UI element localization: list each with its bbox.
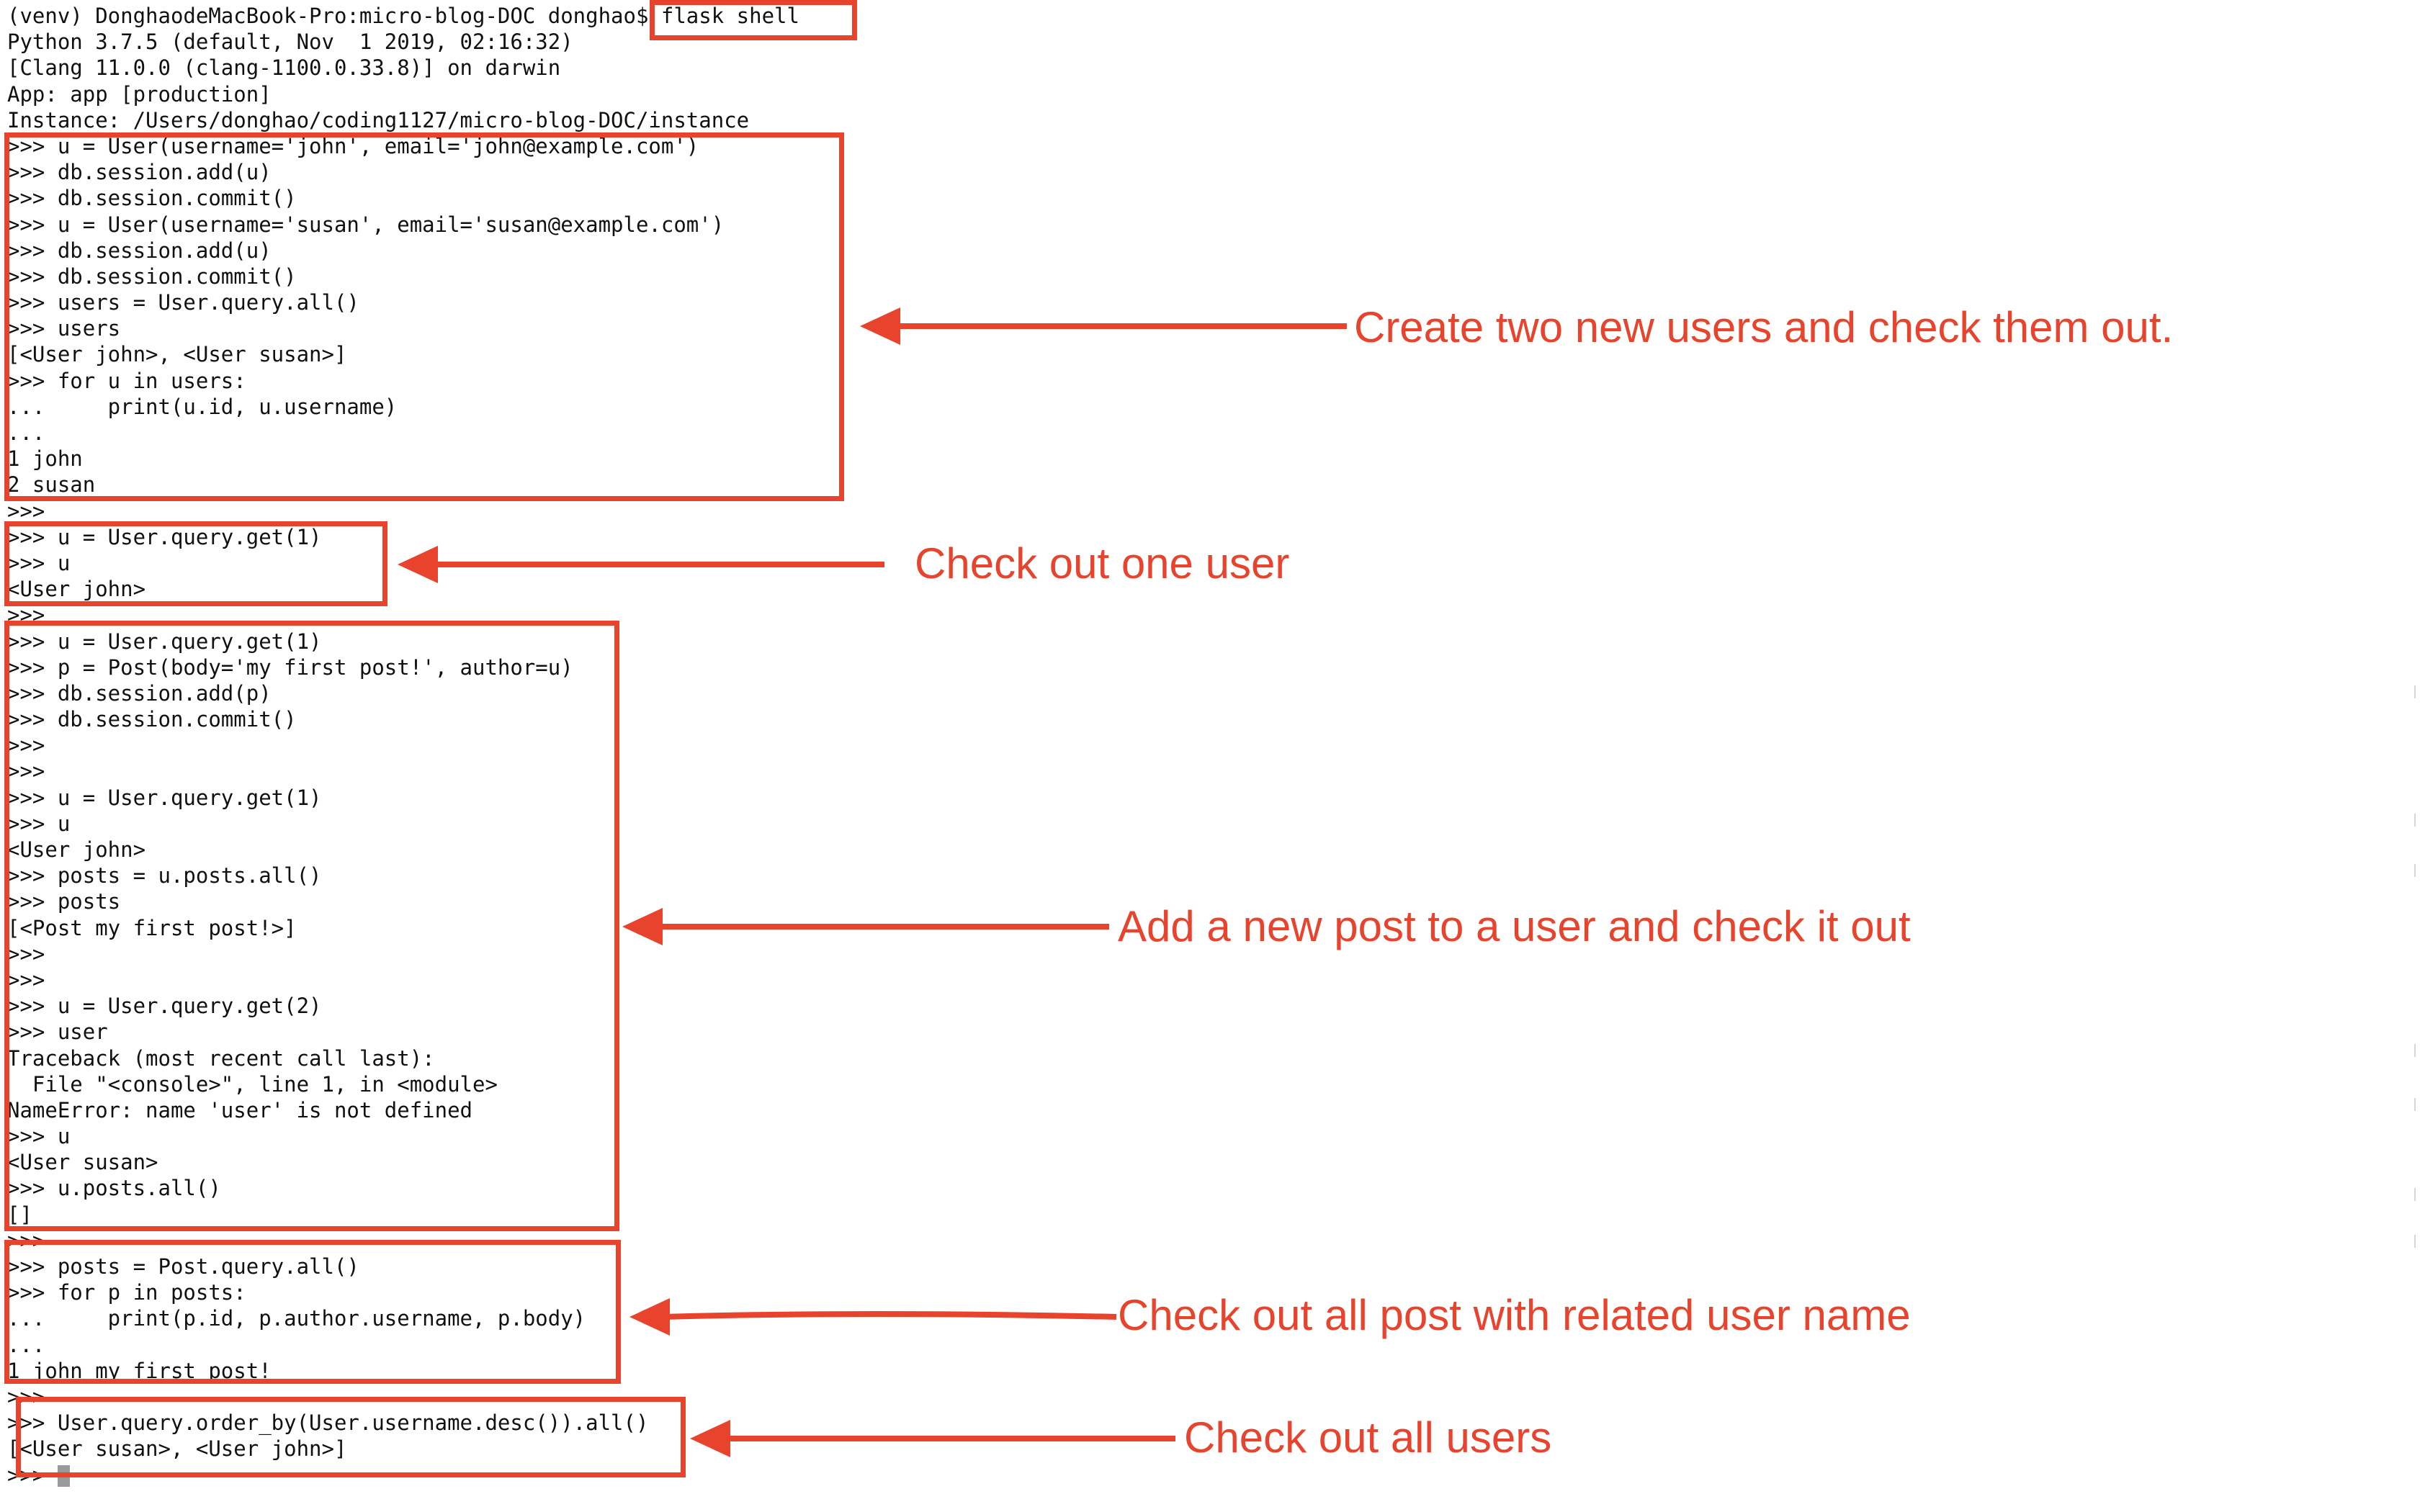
annotation-one-user: Check out one user bbox=[915, 539, 1290, 588]
window-edge-mark bbox=[2414, 1188, 2420, 1201]
arrow-head-all-users bbox=[690, 1420, 730, 1457]
annotation-all-posts: Check out all post with related user nam… bbox=[1118, 1291, 1911, 1339]
window-edge-mark bbox=[2414, 864, 2420, 877]
annotation-create-users: Create two new users and check them out. bbox=[1354, 303, 2174, 351]
annotation-all-users: Check out all users bbox=[1184, 1413, 1552, 1462]
window-edge-mark bbox=[2414, 1098, 2420, 1111]
arrow-head-create-users bbox=[860, 307, 900, 345]
arrow-all-posts bbox=[662, 1311, 1117, 1320]
arrow-head-all-posts bbox=[629, 1298, 670, 1336]
arrow-head-add-post bbox=[622, 908, 663, 945]
annotation-add-post: Add a new post to a user and check it ou… bbox=[1118, 902, 1911, 950]
window-edge-mark bbox=[2414, 1235, 2420, 1248]
window-edge-mark bbox=[2414, 685, 2420, 698]
window-edge-mark bbox=[2414, 814, 2420, 827]
window-edge-mark bbox=[2414, 1044, 2420, 1057]
arrow-head-one-user bbox=[398, 546, 438, 583]
annotation-arrows bbox=[398, 307, 1347, 1457]
